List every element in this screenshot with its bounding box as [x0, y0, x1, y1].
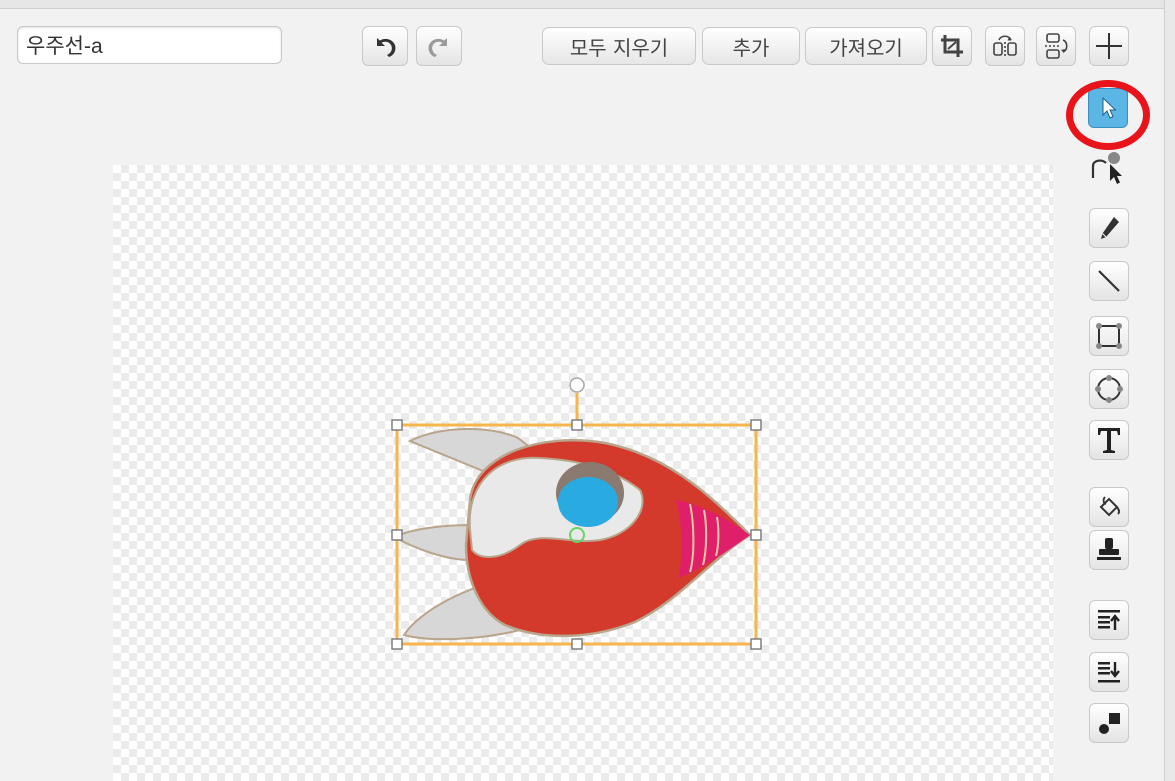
stamp-icon: [1094, 535, 1124, 565]
rectangle-tool-button[interactable]: [1089, 316, 1129, 356]
text-icon: [1094, 424, 1124, 456]
import-button[interactable]: 가져오기: [805, 27, 927, 65]
flip-vertical-button[interactable]: [1036, 26, 1076, 66]
reshape-tool-button[interactable]: [1088, 148, 1128, 188]
clear-button[interactable]: 모두 지우기: [542, 27, 696, 65]
costume-name-input[interactable]: [17, 26, 282, 64]
redo-icon: [425, 34, 453, 58]
select-tool-button[interactable]: [1088, 88, 1128, 128]
undo-icon: [371, 34, 399, 58]
line-tool-button[interactable]: [1089, 261, 1129, 301]
top-border: [0, 0, 1175, 9]
flip-vertical-icon: [1041, 31, 1071, 61]
crop-button[interactable]: [932, 26, 972, 66]
crop-icon: [939, 33, 965, 59]
set-center-button[interactable]: [1089, 26, 1129, 66]
right-panel-edge: [1164, 0, 1175, 781]
redo-button[interactable]: [416, 26, 462, 66]
line-icon: [1095, 267, 1123, 295]
drawing-canvas[interactable]: [113, 165, 1053, 781]
group-icon: [1094, 708, 1124, 738]
flip-horizontal-icon: [990, 31, 1020, 61]
ellipse-icon: [1094, 374, 1124, 404]
ellipse-tool-button[interactable]: [1089, 369, 1129, 409]
text-tool-button[interactable]: [1089, 420, 1129, 460]
fill-tool-button[interactable]: [1089, 487, 1129, 527]
flip-horizontal-button[interactable]: [985, 26, 1025, 66]
bring-forward-button[interactable]: [1089, 600, 1129, 640]
add-button[interactable]: 추가: [702, 27, 800, 65]
bring-forward-icon: [1094, 605, 1124, 635]
send-backward-button[interactable]: [1089, 652, 1129, 692]
send-backward-icon: [1094, 657, 1124, 687]
reshape-icon: [1088, 148, 1128, 188]
pencil-tool-button[interactable]: [1089, 208, 1129, 248]
select-arrow-icon: [1096, 95, 1120, 121]
crosshair-icon: [1094, 31, 1124, 61]
pencil-icon: [1096, 214, 1122, 242]
paint-bucket-icon: [1095, 493, 1123, 521]
undo-button[interactable]: [362, 26, 408, 66]
rectangle-icon: [1094, 321, 1124, 351]
group-button[interactable]: [1089, 703, 1129, 743]
stamp-tool-button[interactable]: [1089, 530, 1129, 570]
